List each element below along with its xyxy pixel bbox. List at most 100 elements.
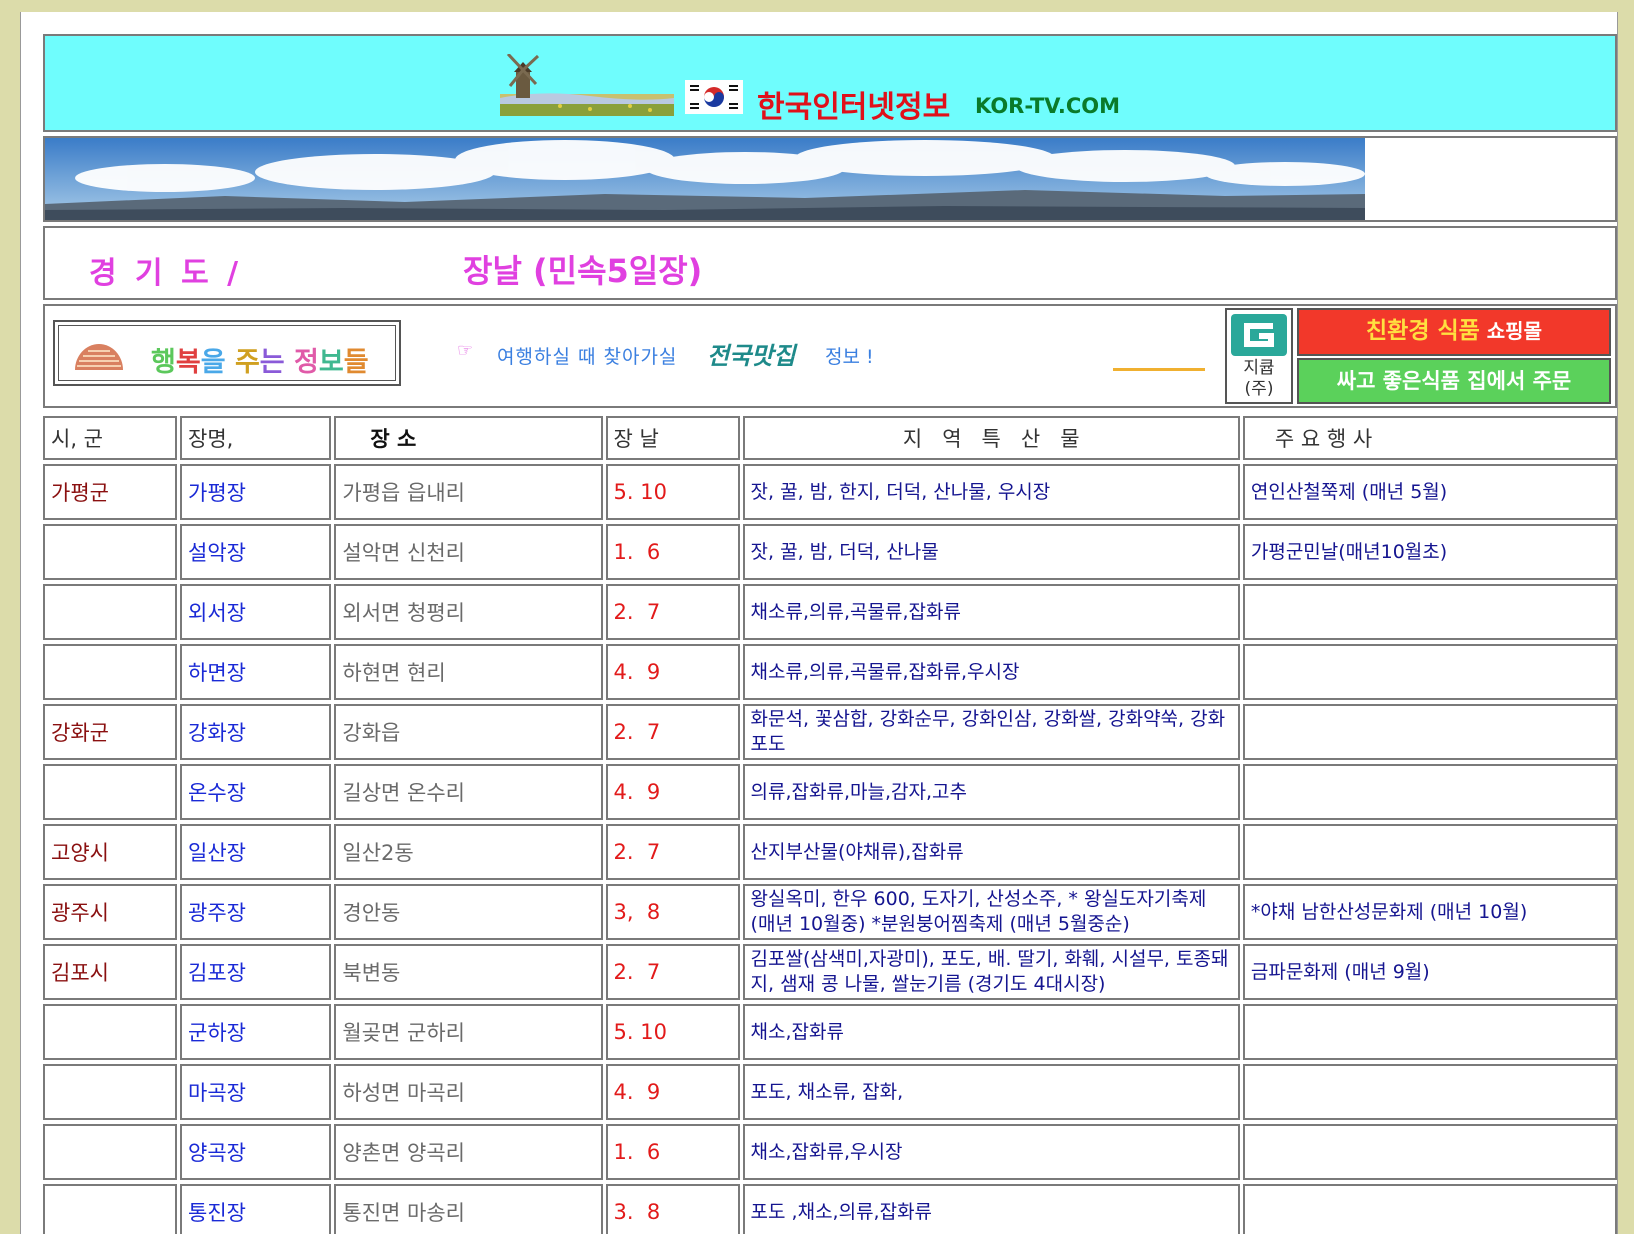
place-cell: 하현면 현리 [334, 644, 603, 700]
event-cell [1242, 1124, 1617, 1180]
market-name-cell[interactable]: 광주장 [180, 884, 332, 940]
city-cell: 가평군 [43, 464, 178, 520]
city-cell [43, 1064, 178, 1120]
travel-text-post[interactable]: 정보 ! [825, 342, 874, 369]
city-cell [43, 1124, 178, 1180]
market-table: 시, 군 장명, 장 소 장 날 지 역 특 산 물 주 요 행 사 가평군 가평… [40, 412, 1617, 1234]
products-cell: 왕실옥미, 한우 600, 도자기, 산성소주, * 왕실도자기축제 (매년 1… [742, 884, 1240, 940]
market-name-cell[interactable]: 통진장 [180, 1184, 332, 1234]
event-cell [1242, 704, 1617, 760]
place-cell: 설악면 신천리 [334, 524, 603, 580]
site-domain[interactable]: KOR-TV.COM [975, 94, 1120, 118]
travel-text-pre[interactable]: 여행하실 때 찾아가실 [497, 342, 677, 369]
table-row: 마곡장 하성면 마곡리 4. 9 포도, 채소류, 잡화, [43, 1064, 1617, 1120]
table-row: 온수장 길상면 온수리 4. 9 의류,잡화류,마늘,감자,고추 [43, 764, 1617, 820]
header-city: 시, 군 [43, 416, 178, 460]
products-cell: 채소,잡화류,우시장 [742, 1124, 1240, 1180]
place-cell: 북변동 [334, 944, 603, 1000]
order-food-button[interactable]: 싸고 좋은식품 집에서 주문 [1297, 358, 1611, 404]
ad-logo-subtitle: 지큡 (주) [1243, 358, 1275, 399]
table-row: 강화군 강화장 강화읍 2. 7 화문석, 꽃삼합, 강화순무, 강화인삼, 강화쌀, … [43, 704, 1617, 760]
market-day-cell: 4. 9 [605, 764, 740, 820]
sky-banner-image [45, 138, 1365, 220]
market-name-cell[interactable]: 가평장 [180, 464, 332, 520]
event-cell [1242, 1064, 1617, 1120]
market-title: 장날 (민속5일장) [463, 252, 703, 290]
header-events: 주 요 행 사 [1242, 416, 1617, 460]
market-name-cell[interactable]: 온수장 [180, 764, 332, 820]
city-cell [43, 584, 178, 640]
place-cell: 외서면 청평리 [334, 584, 603, 640]
market-table-body: 시, 군 장명, 장 소 장 날 지 역 특 산 물 주 요 행 사 가평군 가평… [43, 416, 1617, 1234]
market-name-cell[interactable]: 마곡장 [180, 1064, 332, 1120]
page-content: 한국인터넷정보 KOR-TV.COM 경 기 도 / 장날 (민속5일장) 행복… [43, 34, 1617, 1234]
market-name-cell[interactable]: 강화장 [180, 704, 332, 760]
eco-food-label: 친환경 식품 [1366, 318, 1480, 344]
page-frame: 한국인터넷정보 KOR-TV.COM 경 기 도 / 장날 (민속5일장) 행복… [20, 12, 1618, 1234]
market-name-cell[interactable]: 설악장 [180, 524, 332, 580]
products-cell: 김포쌀(삼색미,자광미), 포도, 배. 딸기, 화훼, 시설무, 토종돼지, … [742, 944, 1240, 1000]
ad-logo-button[interactable]: 지큡 (주) [1225, 308, 1293, 404]
market-name-cell[interactable]: 군하장 [180, 1004, 332, 1060]
products-cell: 산지부산물(야채류),잡화류 [742, 824, 1240, 880]
table-row: 군하장 월곶면 군하리 5. 10 채소,잡화류 [43, 1004, 1617, 1060]
market-name-cell[interactable]: 양곡장 [180, 1124, 332, 1180]
orange-divider [1113, 368, 1205, 371]
products-cell: 화문석, 꽃삼합, 강화순무, 강화인삼, 강화쌀, 강화약쑥, 강화포도 [742, 704, 1240, 760]
happy-info-inner: 행복을 주는 정보들 [58, 325, 396, 381]
city-cell: 김포시 [43, 944, 178, 1000]
market-day-cell: 3. 8 [605, 1184, 740, 1234]
event-cell: 금파문화제 (매년 9월) [1242, 944, 1617, 1000]
market-name-cell[interactable]: 김포장 [180, 944, 332, 1000]
pointing-hand-icon: ☞ [457, 340, 474, 361]
eco-food-mall-button[interactable]: 친환경 식품 쇼핑몰 [1297, 308, 1611, 356]
table-row: 하면장 하현면 현리 4. 9 채소류,의류,곡물류,잡화류,우시장 [43, 644, 1617, 700]
table-row: 양곡장 양촌면 양곡리 1. 6 채소,잡화류,우시장 [43, 1124, 1617, 1180]
table-row: 외서장 외서면 청평리 2. 7 채소류,의류,곡물류,잡화류 [43, 584, 1617, 640]
market-name-cell[interactable]: 하면장 [180, 644, 332, 700]
g-logo-icon [1231, 314, 1287, 356]
market-day-cell: 4. 9 [605, 1064, 740, 1120]
place-cell: 일산2동 [334, 824, 603, 880]
windmill-field-icon [500, 54, 674, 116]
city-cell [43, 1004, 178, 1060]
products-cell: 의류,잡화류,마늘,감자,고추 [742, 764, 1240, 820]
site-title[interactable]: 한국인터넷정보 [757, 82, 950, 126]
products-cell: 잣, 꿀, 밤, 더덕, 산나물 [742, 524, 1240, 580]
table-header-row: 시, 군 장명, 장 소 장 날 지 역 특 산 물 주 요 행 사 [43, 416, 1617, 460]
striped-dome-icon [75, 344, 123, 370]
table-row: 통진장 통진면 마송리 3. 8 포도 ,채소,의류,잡화류 [43, 1184, 1617, 1234]
place-cell: 강화읍 [334, 704, 603, 760]
city-cell: 고양시 [43, 824, 178, 880]
place-cell: 길상면 온수리 [334, 764, 603, 820]
sky-banner [43, 136, 1617, 222]
event-cell [1242, 764, 1617, 820]
market-day-cell: 2. 7 [605, 944, 740, 1000]
event-cell [1242, 584, 1617, 640]
products-cell: 채소류,의류,곡물류,잡화류,우시장 [742, 644, 1240, 700]
event-cell: 연인산철쭉제 (매년 5월) [1242, 464, 1617, 520]
market-day-cell: 1. 6 [605, 524, 740, 580]
table-row: 김포시 김포장 북변동 2. 7 김포쌀(삼색미,자광미), 포도, 배. 딸기, 화훼… [43, 944, 1617, 1000]
travel-text-restaurants[interactable]: 전국맛집 [707, 336, 795, 371]
place-cell: 양촌면 양곡리 [334, 1124, 603, 1180]
place-cell: 가평읍 읍내리 [334, 464, 603, 520]
header-products: 지 역 특 산 물 [742, 416, 1240, 460]
market-day-cell: 2. 7 [605, 584, 740, 640]
city-cell [43, 764, 178, 820]
event-cell: *야채 남한산성문화제 (매년 10월) [1242, 884, 1617, 940]
market-name-cell[interactable]: 일산장 [180, 824, 332, 880]
place-cell: 통진면 마송리 [334, 1184, 603, 1234]
event-cell [1242, 644, 1617, 700]
happy-info-link[interactable]: 행복을 주는 정보들 [53, 320, 401, 386]
market-day-cell: 5. 10 [605, 464, 740, 520]
info-row: 행복을 주는 정보들 ☞ 여행하실 때 찾아가실 전국맛집 정보 ! 지큡 (주… [43, 304, 1617, 408]
market-name-cell[interactable]: 외서장 [180, 584, 332, 640]
table-row: 고양시 일산장 일산2동 2. 7 산지부산물(야채류),잡화류 [43, 824, 1617, 880]
header-market-name: 장명, [180, 416, 332, 460]
happy-info-text: 행복을 주는 정보들 [151, 347, 369, 378]
event-cell [1242, 824, 1617, 880]
site-header: 한국인터넷정보 KOR-TV.COM [43, 34, 1617, 132]
products-cell: 채소류,의류,곡물류,잡화류 [742, 584, 1240, 640]
header-place: 장 소 [334, 416, 603, 460]
